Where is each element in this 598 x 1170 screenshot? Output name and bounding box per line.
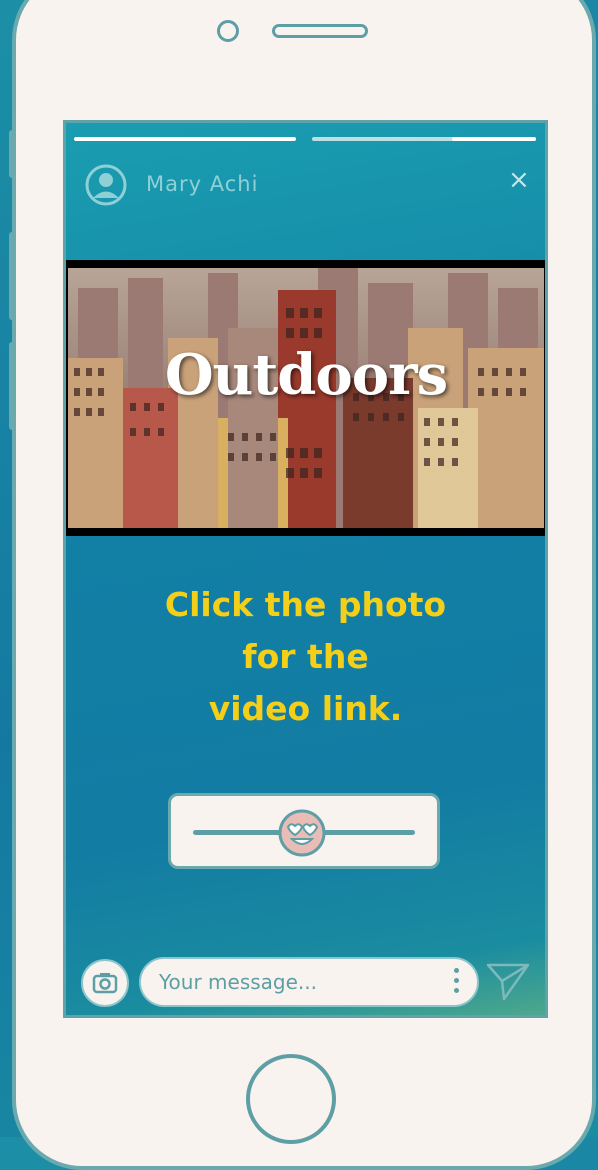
story-screen: Mary Achi × Outdoors Click the photo for… [63, 120, 548, 1018]
cta-line-1: Click the photo [164, 585, 447, 624]
photo-title: Outdoors [164, 342, 448, 408]
send-icon[interactable] [484, 959, 532, 1003]
story-progress-1 [74, 137, 296, 141]
call-to-action-text: Click the photo for the video link. [66, 579, 545, 735]
volume-down-button [9, 342, 15, 430]
volume-up-button [9, 232, 15, 320]
camera-button[interactable] [81, 959, 129, 1007]
cta-line-2: for the [242, 637, 369, 676]
silent-switch [9, 130, 15, 178]
heart-eyes-emoji-icon[interactable] [277, 808, 327, 858]
close-icon[interactable]: × [508, 165, 530, 195]
more-vertical-icon[interactable] [451, 965, 461, 999]
front-camera [217, 20, 239, 42]
story-progress-2-fill [452, 137, 536, 141]
camera-icon [92, 973, 118, 994]
emoji-slider [168, 793, 440, 869]
message-input[interactable] [139, 957, 479, 1007]
story-progress-2 [312, 137, 536, 141]
video-link-photo[interactable]: Outdoors [66, 260, 545, 536]
user-avatar-icon[interactable] [84, 163, 128, 207]
home-button[interactable] [246, 1054, 336, 1144]
story-user-name[interactable]: Mary Achi [146, 172, 258, 196]
earpiece-speaker [272, 24, 368, 38]
cta-line-3: video link. [208, 689, 403, 728]
